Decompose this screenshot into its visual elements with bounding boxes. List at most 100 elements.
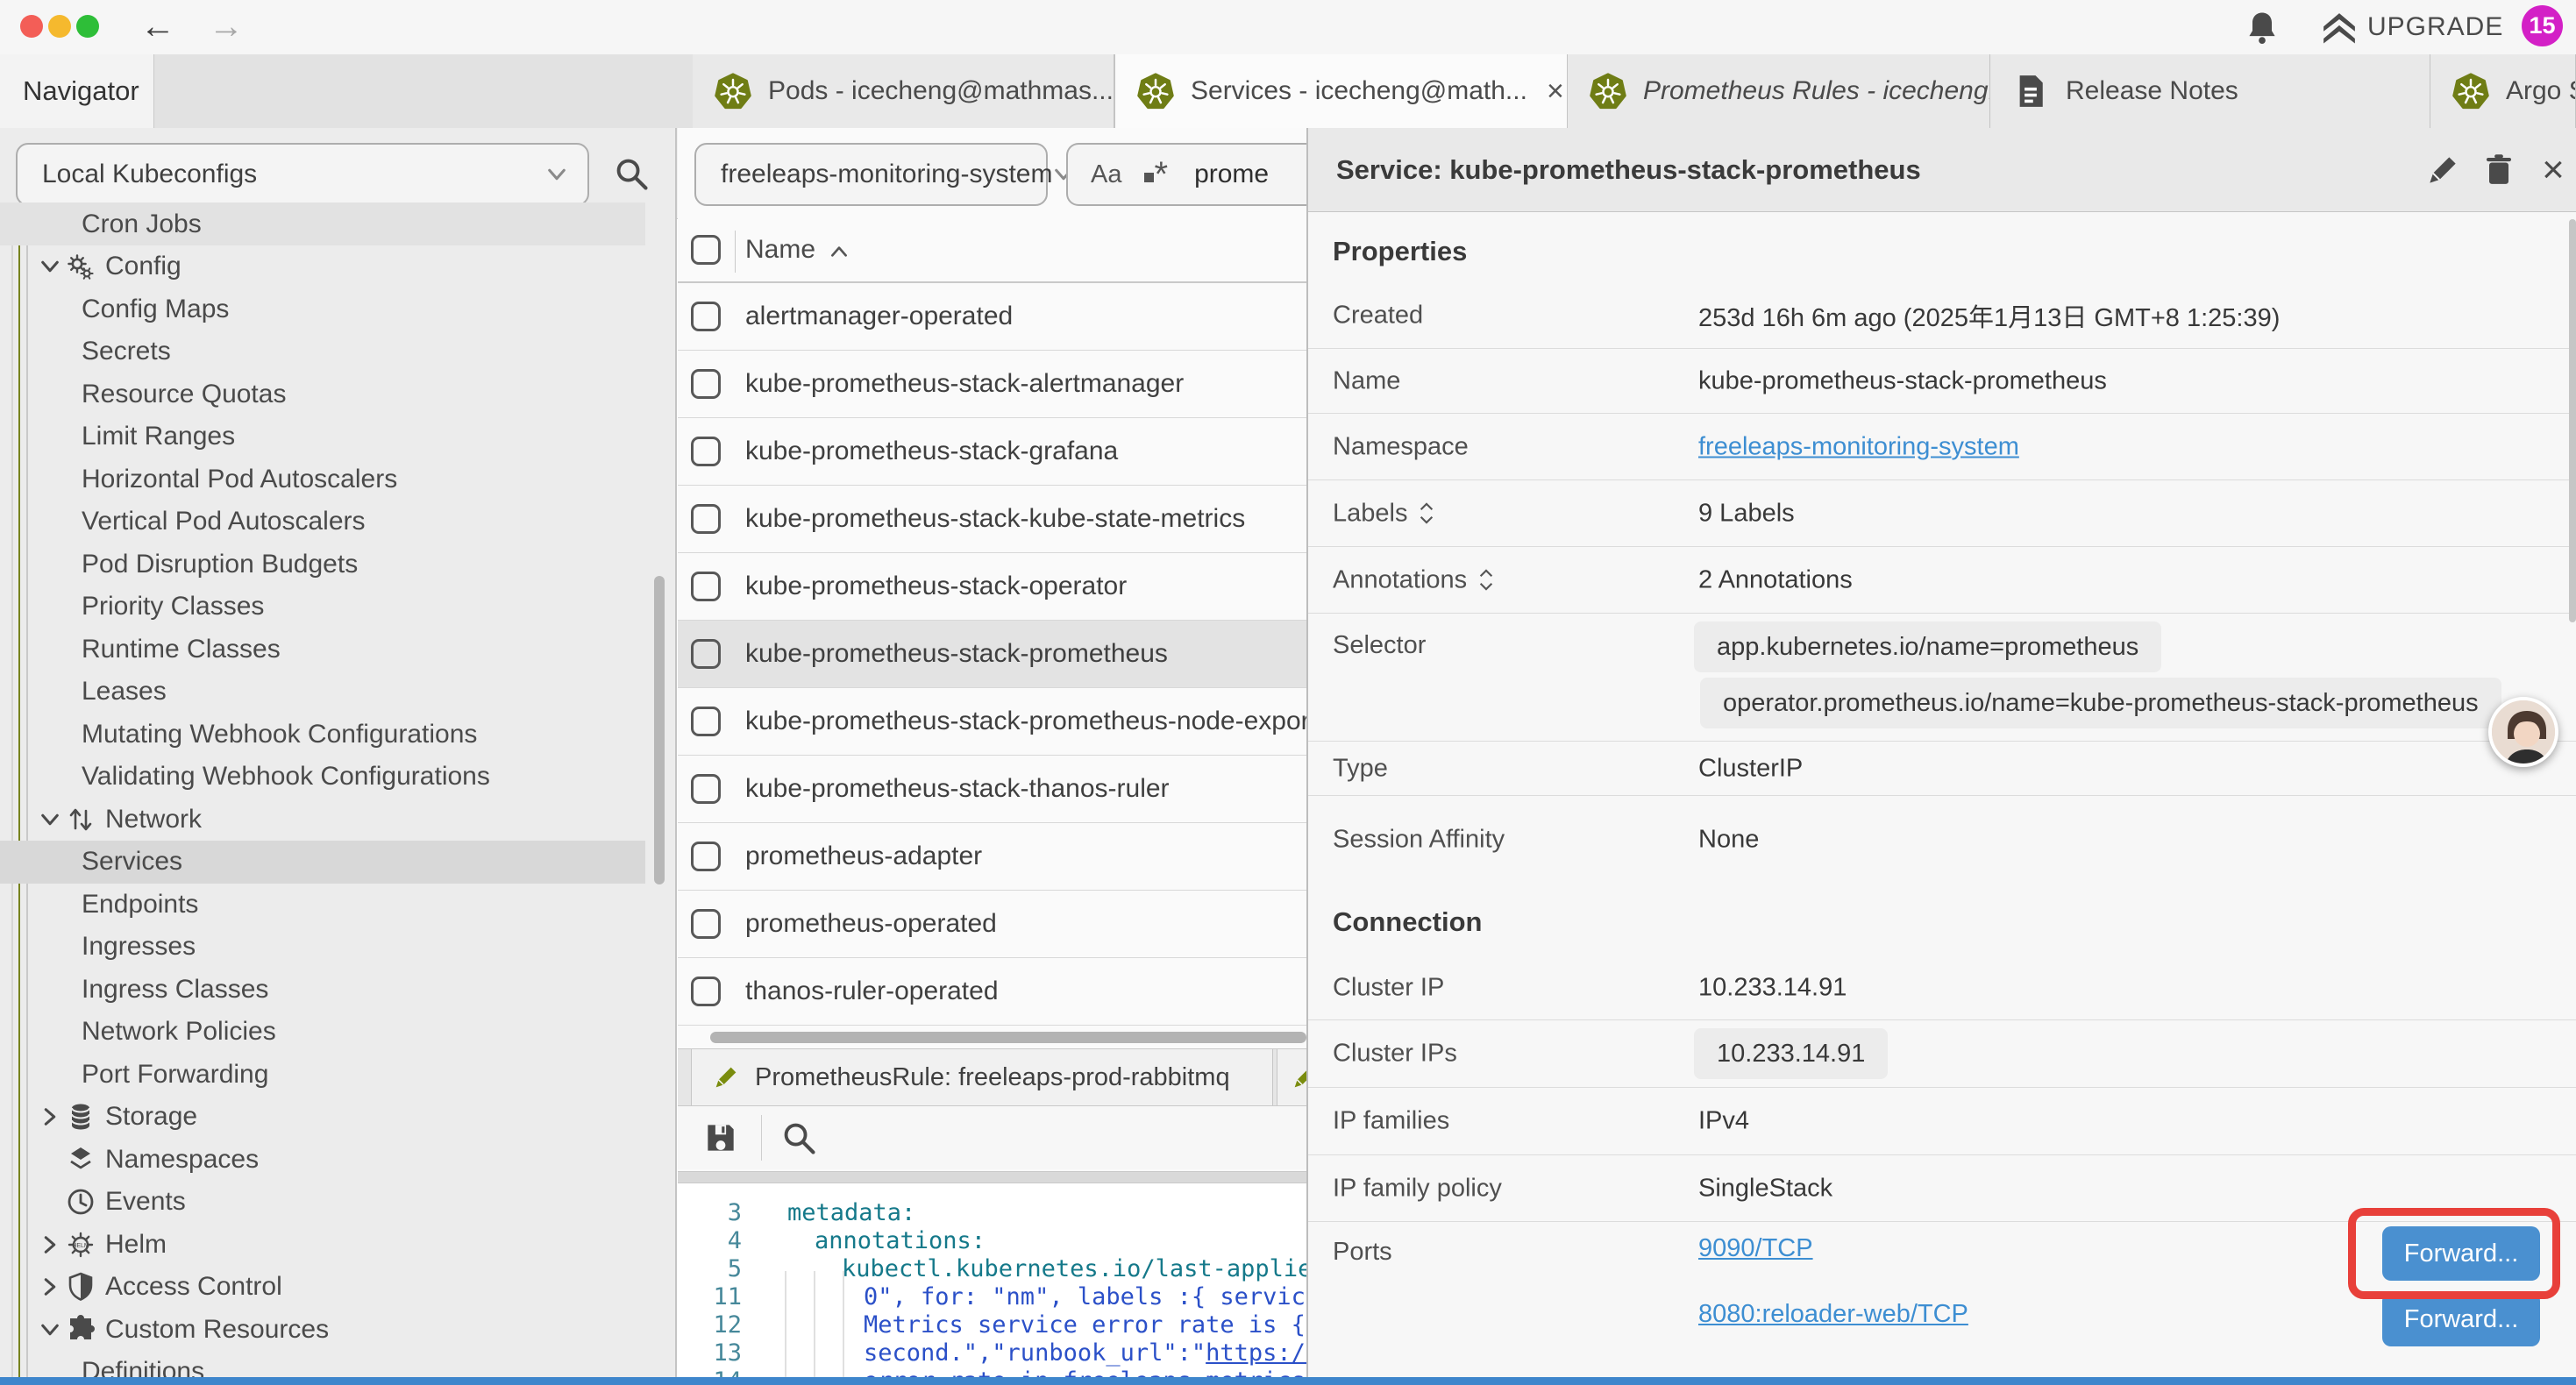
sidebar-item-endpoints[interactable]: Endpoints	[0, 883, 677, 926]
row-checkbox[interactable]	[691, 639, 721, 669]
tab-release-notes[interactable]: Release Notes	[1990, 54, 2430, 128]
sidebar-item-definitions[interactable]: Definitions	[0, 1351, 677, 1378]
row-checkbox[interactable]	[691, 572, 721, 601]
sort-toggle-icon[interactable]	[1477, 568, 1495, 593]
sidebar-item-config[interactable]: Config	[0, 245, 677, 288]
chevron-down-icon[interactable]	[39, 808, 61, 831]
search-icon[interactable]	[612, 154, 651, 193]
table-row-kube-prometheus-stack-kube-state-metrics[interactable]: kube-prometheus-stack-kube-state-metrics	[678, 486, 1306, 553]
minimize-window-button[interactable]	[48, 15, 71, 38]
table-row-prometheus-adapter[interactable]: prometheus-adapter	[678, 823, 1306, 891]
row-checkbox[interactable]	[691, 977, 721, 1006]
chevron-right-icon[interactable]	[39, 1105, 61, 1128]
chevron-right-icon[interactable]	[39, 1233, 61, 1256]
filter-search-input[interactable]: Aa * prome	[1066, 143, 1306, 206]
details-scrollbar[interactable]	[2569, 219, 2576, 622]
namespace-link[interactable]: freeleaps-monitoring-system	[1698, 432, 2019, 461]
sidebar-item-services[interactable]: Services	[0, 841, 645, 884]
sort-toggle-icon[interactable]	[1418, 501, 1435, 526]
code-url-link[interactable]: https://net	[1206, 1339, 1306, 1367]
sidebar-item-ingresses[interactable]: Ingresses	[0, 926, 677, 969]
tab-prometheus-rules-icecheng[interactable]: Prometheus Rules - icecheng...	[1568, 54, 1990, 128]
zoom-window-button[interactable]	[76, 15, 99, 38]
avatar[interactable]	[2488, 697, 2558, 767]
table-row-kube-prometheus-stack-prometheus-node-ex[interactable]: kube-prometheus-stack-prometheus-node-ex…	[678, 688, 1306, 756]
sidebar-item-namespaces[interactable]: Namespaces	[0, 1138, 677, 1181]
sidebar-item-validating-webhook-configurations[interactable]: Validating Webhook Configurations	[0, 756, 677, 799]
sidebar-item-vertical-pod-autoscalers[interactable]: Vertical Pod Autoscalers	[0, 501, 677, 543]
yaml-editor[interactable]: 3metadata:4annotations:5kubectl.kubernet…	[678, 1183, 1306, 1377]
close-icon[interactable]: ×	[2534, 151, 2572, 189]
row-checkbox[interactable]	[691, 369, 721, 399]
regex-toggle[interactable]: *	[1144, 161, 1168, 188]
forward-icon[interactable]: →	[209, 4, 244, 49]
edit-pencil-icon[interactable]	[2423, 151, 2462, 189]
tab-services-icecheng-math[interactable]: Services - icecheng@math...×	[1114, 54, 1568, 128]
row-checkbox[interactable]	[691, 302, 721, 331]
row-checkbox[interactable]	[691, 909, 721, 939]
sidebar-item-horizontal-pod-autoscalers[interactable]: Horizontal Pod Autoscalers	[0, 458, 677, 501]
sidebar-item-priority-classes[interactable]: Priority Classes	[0, 586, 677, 629]
table-row-alertmanager-operated[interactable]: alertmanager-operated	[678, 283, 1306, 351]
sidebar-item-port-forwarding[interactable]: Port Forwarding	[0, 1053, 677, 1096]
tab-argo-se[interactable]: Argo Se	[2430, 54, 2576, 128]
sidebar-item-cron-jobs[interactable]: Cron Jobs	[0, 202, 645, 245]
port-link-9090-tcp[interactable]: 9090/TCP	[1698, 1234, 1813, 1263]
sidebar-item-events[interactable]: Events	[0, 1181, 677, 1224]
table-row-prometheus-operated[interactable]: prometheus-operated	[678, 891, 1306, 958]
sidebar-item-access-control[interactable]: Access Control	[0, 1266, 677, 1309]
sidebar-item-network-policies[interactable]: Network Policies	[0, 1011, 677, 1054]
table-row-kube-prometheus-stack-grafana[interactable]: kube-prometheus-stack-grafana	[678, 418, 1306, 486]
sidebar-item-runtime-classes[interactable]: Runtime Classes	[0, 628, 677, 671]
table-row-kube-prometheus-stack-alertmanager[interactable]: kube-prometheus-stack-alertmanager	[678, 351, 1306, 418]
chevron-right-icon[interactable]	[39, 1275, 61, 1298]
chevron-down-icon[interactable]	[39, 1318, 61, 1341]
sidebar-item-network[interactable]: Network	[0, 798, 677, 841]
namespace-selector[interactable]: freeleaps-monitoring-system	[694, 143, 1048, 206]
back-icon[interactable]: ←	[140, 4, 175, 49]
row-checkbox[interactable]	[691, 504, 721, 534]
sidebar-item-helm[interactable]: HELMHelm	[0, 1223, 677, 1266]
save-icon[interactable]	[701, 1119, 740, 1157]
forward-button[interactable]: Forward...	[2382, 1292, 2540, 1346]
upgrade-icon[interactable]	[2320, 10, 2359, 48]
row-checkbox[interactable]	[691, 774, 721, 804]
navigator-tab[interactable]: Navigator	[0, 54, 154, 128]
sidebar-item-limit-ranges[interactable]: Limit Ranges	[0, 416, 677, 458]
editor-tab-prometheusrule[interactable]: PrometheusRule: freeleaps-prod-rabbitmq	[691, 1049, 1273, 1105]
tab-pods-icecheng-mathmas[interactable]: Pods - icecheng@mathmas...	[693, 54, 1114, 128]
chevron-down-icon[interactable]	[39, 255, 61, 278]
editor-search-icon[interactable]	[779, 1119, 818, 1157]
upgrade-label[interactable]: UPGRADE	[2367, 12, 2503, 42]
sidebar-item-ingress-classes[interactable]: Ingress Classes	[0, 968, 677, 1011]
table-row-thanos-ruler-operated[interactable]: thanos-ruler-operated	[678, 958, 1306, 1026]
notifications-bell-icon[interactable]	[2243, 8, 2281, 46]
sidebar-item-pod-disruption-budgets[interactable]: Pod Disruption Budgets	[0, 543, 677, 586]
name-column-header[interactable]: Name	[745, 235, 815, 265]
editor-tab-partial[interactable]	[1277, 1049, 1306, 1105]
sidebar-item-secrets[interactable]: Secrets	[0, 330, 677, 373]
sidebar-item-config-maps[interactable]: Config Maps	[0, 288, 677, 330]
port-link-8080-reloader-web-tcp[interactable]: 8080:reloader-web/TCP	[1698, 1300, 1968, 1329]
table-row-kube-prometheus-stack-operator[interactable]: kube-prometheus-stack-operator	[678, 553, 1306, 621]
sidebar-item-custom-resources[interactable]: Custom Resources	[0, 1308, 677, 1351]
sidebar-item-resource-quotas[interactable]: Resource Quotas	[0, 373, 677, 416]
match-case-toggle[interactable]: Aa	[1091, 160, 1121, 189]
sidebar-scrollbar[interactable]	[654, 576, 665, 884]
table-horizontal-scrollbar[interactable]	[710, 1032, 1306, 1043]
close-window-button[interactable]	[20, 15, 43, 38]
table-row-kube-prometheus-stack-thanos-ruler[interactable]: kube-prometheus-stack-thanos-ruler	[678, 756, 1306, 823]
sidebar-item-mutating-webhook-configurations[interactable]: Mutating Webhook Configurations	[0, 713, 677, 756]
update-count-badge[interactable]: 15	[2522, 5, 2563, 46]
kubeconfig-selector[interactable]: Local Kubeconfigs	[16, 143, 589, 206]
sort-ascending-icon[interactable]	[829, 241, 850, 262]
table-row-kube-prometheus-stack-prometheus[interactable]: kube-prometheus-stack-prometheus	[678, 621, 1306, 688]
row-checkbox[interactable]	[691, 437, 721, 466]
select-all-checkbox[interactable]	[691, 235, 721, 265]
close-tab-icon[interactable]: ×	[1547, 75, 1564, 109]
row-checkbox[interactable]	[691, 842, 721, 871]
delete-trash-icon[interactable]	[2480, 151, 2518, 189]
sidebar-item-leases[interactable]: Leases	[0, 671, 677, 714]
row-checkbox[interactable]	[691, 707, 721, 736]
sidebar-item-storage[interactable]: Storage	[0, 1096, 677, 1139]
